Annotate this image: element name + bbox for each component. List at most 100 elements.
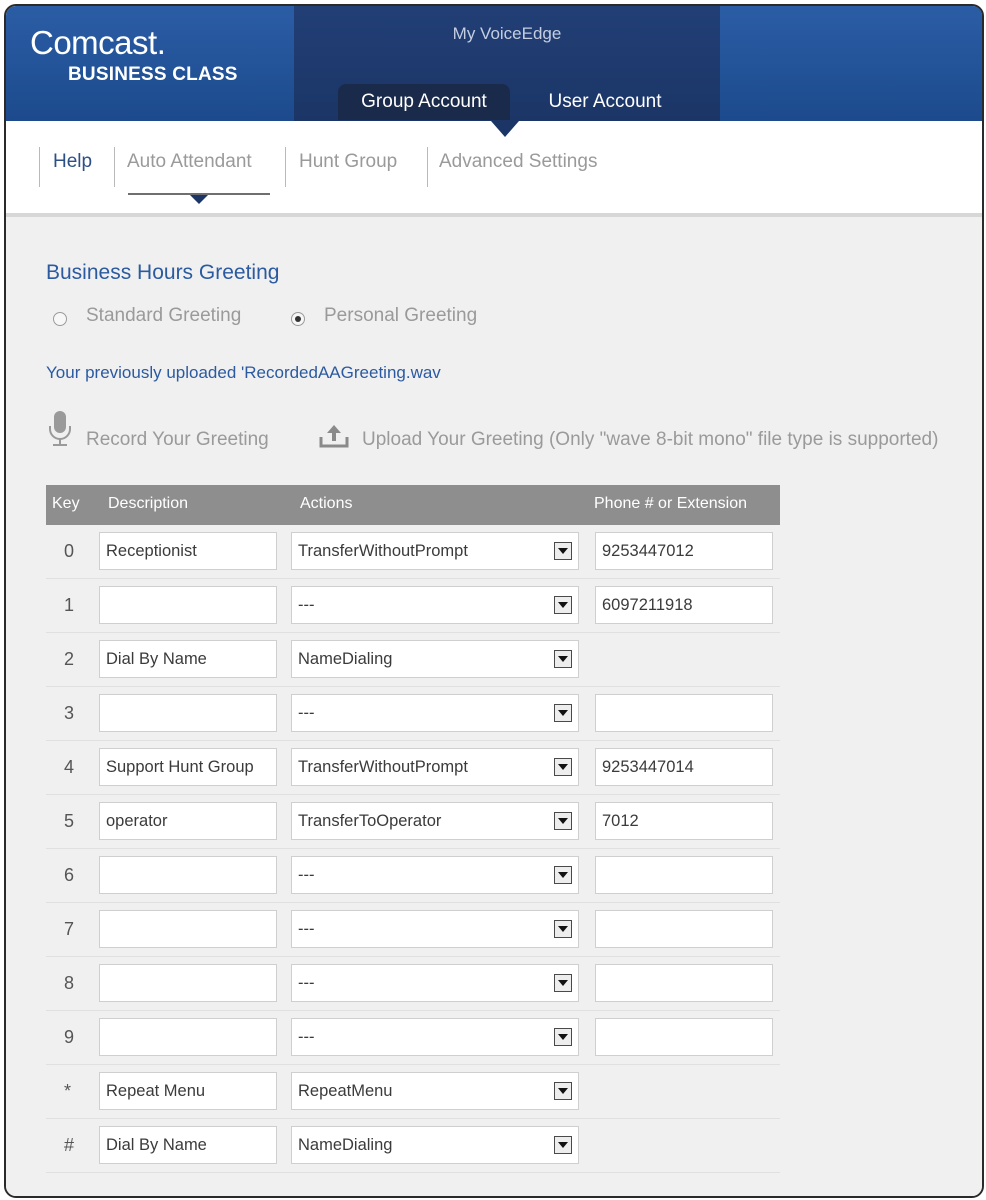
tab-user-account[interactable]: User Account	[520, 84, 690, 120]
active-nav-pointer	[190, 195, 208, 204]
table-row: 6 ---	[46, 849, 780, 903]
row-key: 4	[64, 757, 74, 778]
action-select[interactable]: RepeatMenu	[291, 1072, 579, 1110]
table-row: 3---	[46, 687, 780, 741]
chevron-down-icon[interactable]	[554, 542, 572, 560]
chevron-down-icon[interactable]	[554, 758, 572, 776]
description-input[interactable]: operator	[99, 802, 277, 840]
phone-extension-input[interactable]	[595, 1018, 773, 1056]
description-input[interactable]	[99, 856, 277, 894]
nav-divider	[285, 147, 286, 187]
description-input[interactable]	[99, 964, 277, 1002]
table-row: 9 ---	[46, 1011, 780, 1065]
active-tab-pointer	[491, 121, 519, 137]
nav-hunt-group[interactable]: Hunt Group	[299, 151, 397, 173]
action-select-value: RepeatMenu	[298, 1082, 392, 1100]
phone-extension-input[interactable]	[595, 964, 773, 1002]
personal-greeting-label[interactable]: Personal Greeting	[324, 305, 477, 327]
app-window: Comcast. BUSINESS CLASS My VoiceEdge Gro…	[4, 4, 984, 1198]
row-key: 7	[64, 919, 74, 940]
action-select[interactable]: ---	[291, 964, 579, 1002]
header-center: My VoiceEdge Group Account User Account	[294, 6, 720, 121]
nav-help[interactable]: Help	[53, 151, 92, 173]
chevron-down-icon[interactable]	[554, 866, 572, 884]
table-header: Key Description Actions Phone # or Exten…	[46, 485, 780, 525]
table-row: 8 ---	[46, 957, 780, 1011]
chevron-down-icon[interactable]	[554, 1082, 572, 1100]
logo: Comcast. BUSINESS CLASS	[6, 6, 294, 121]
header-right	[720, 6, 982, 121]
action-select[interactable]: TransferToOperator	[291, 802, 579, 840]
description-input[interactable]	[99, 586, 277, 624]
row-key: 6	[64, 865, 74, 886]
nav-auto-attendant[interactable]: Auto Attendant	[127, 151, 252, 173]
description-input[interactable]: Repeat Menu	[99, 1072, 277, 1110]
description-input[interactable]: Dial By Name	[99, 1126, 277, 1164]
row-key: 5	[64, 811, 74, 832]
action-select-value: TransferWithoutPrompt	[298, 542, 468, 560]
chevron-down-icon[interactable]	[554, 974, 572, 992]
table-row: 7 ---	[46, 903, 780, 957]
chevron-down-icon[interactable]	[554, 1136, 572, 1154]
logo-subtitle: BUSINESS CLASS	[68, 64, 238, 86]
description-input[interactable]: Support Hunt Group	[99, 748, 277, 786]
header: Comcast. BUSINESS CLASS My VoiceEdge Gro…	[6, 6, 982, 121]
action-select[interactable]: ---	[291, 856, 579, 894]
standard-greeting-label[interactable]: Standard Greeting	[86, 305, 241, 327]
phone-extension-input[interactable]: 9253447012	[595, 532, 773, 570]
chevron-down-icon[interactable]	[554, 704, 572, 722]
description-input[interactable]	[99, 694, 277, 732]
table-row: 4 Support Hunt Group TransferWithoutPrompt…	[46, 741, 780, 795]
action-select[interactable]: NameDialing	[291, 1126, 579, 1164]
phone-extension-input[interactable]	[595, 910, 773, 948]
personal-greeting-radio[interactable]	[291, 312, 305, 326]
upload-greeting-link[interactable]: Upload Your Greeting (Only "wave 8-bit m…	[362, 429, 938, 451]
action-select-value: TransferWithoutPrompt	[298, 758, 468, 776]
chevron-down-icon[interactable]	[554, 596, 572, 614]
phone-extension-input[interactable]: 6097211918	[595, 586, 773, 624]
table-row: *Repeat MenuRepeatMenu	[46, 1065, 780, 1119]
chevron-down-icon[interactable]	[554, 1028, 572, 1046]
main-content: Business Hours Greeting Standard Greetin…	[6, 217, 982, 1196]
table-body: 0 Receptionist TransferWithoutPrompt 925344…	[46, 525, 780, 1173]
standard-greeting-radio[interactable]	[53, 312, 67, 326]
action-select[interactable]: TransferWithoutPrompt	[291, 748, 579, 786]
microphone-icon[interactable]	[46, 410, 74, 448]
row-key: 8	[64, 973, 74, 994]
description-input[interactable]: Dial By Name	[99, 640, 277, 678]
row-key: 0	[64, 541, 74, 562]
app-title: My VoiceEdge	[294, 24, 720, 44]
table-row: 5 operator TransferToOperator 7012	[46, 795, 780, 849]
phone-extension-input[interactable]: 7012	[595, 802, 773, 840]
record-greeting-link[interactable]: Record Your Greeting	[86, 429, 269, 451]
header-description: Description	[108, 495, 188, 513]
description-input[interactable]	[99, 910, 277, 948]
row-key: #	[64, 1135, 74, 1156]
nav-divider	[427, 147, 428, 187]
action-select[interactable]: ---	[291, 586, 579, 624]
section-title: Business Hours Greeting	[46, 261, 279, 285]
action-select[interactable]: ---	[291, 910, 579, 948]
chevron-down-icon[interactable]	[554, 920, 572, 938]
row-key: 1	[64, 595, 74, 616]
row-key: 9	[64, 1027, 74, 1048]
action-select-value: TransferToOperator	[298, 812, 441, 830]
phone-extension-input[interactable]	[595, 694, 773, 732]
action-select[interactable]: NameDialing	[291, 640, 579, 678]
action-select[interactable]: TransferWithoutPrompt	[291, 532, 579, 570]
header-actions: Actions	[300, 495, 352, 513]
action-select-value: ---	[298, 866, 314, 884]
description-input[interactable]	[99, 1018, 277, 1056]
action-select[interactable]: ---	[291, 694, 579, 732]
description-input[interactable]: Receptionist	[99, 532, 277, 570]
action-select[interactable]: ---	[291, 1018, 579, 1056]
chevron-down-icon[interactable]	[554, 650, 572, 668]
phone-extension-input[interactable]	[595, 856, 773, 894]
logo-wordmark: Comcast.	[30, 24, 165, 62]
upload-icon[interactable]	[318, 423, 350, 449]
phone-extension-input[interactable]: 9253447014	[595, 748, 773, 786]
table-row: 2Dial By NameNameDialing	[46, 633, 780, 687]
nav-advanced-settings[interactable]: Advanced Settings	[439, 151, 597, 173]
tab-group-account[interactable]: Group Account	[338, 84, 510, 120]
chevron-down-icon[interactable]	[554, 812, 572, 830]
